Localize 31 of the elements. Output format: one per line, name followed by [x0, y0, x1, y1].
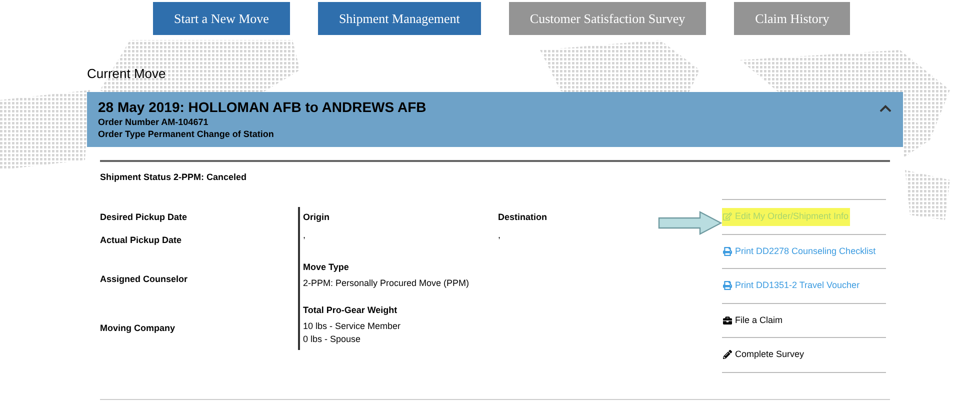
pencil-icon: [723, 350, 732, 360]
field-label: Moving Company: [100, 323, 176, 334]
origin-heading: Origin: [303, 212, 330, 223]
action-link[interactable]: Print DD2278 Counseling Checklist: [722, 242, 877, 260]
briefcase-icon: [723, 316, 732, 325]
printer-icon: [723, 281, 732, 290]
destination-value: ,: [498, 230, 501, 241]
pro-gear-value: 0 lbs - Spouse: [303, 334, 361, 345]
nav-button[interactable]: Shipment Management: [318, 2, 481, 35]
section-title: Current Move: [87, 66, 166, 81]
printer-icon: [723, 246, 732, 256]
pointer-arrow-drawing: [658, 211, 722, 235]
action-link[interactable]: Print DD1351-2 Travel Voucher: [722, 277, 861, 294]
move-title: 28 May 2019: HOLLOMAN AFB to ANDREWS AFB: [98, 98, 426, 116]
field-label: Actual Pickup Date: [100, 235, 182, 246]
move-type-value: 2-PPM: Personally Procured Move (PPM): [303, 278, 470, 289]
pro-gear-value: 10 lbs - Service Member: [303, 321, 401, 332]
shipment-status: Shipment Status 2-PPM: Canceled: [100, 172, 247, 183]
move-type-heading: Move Type: [303, 262, 349, 273]
order-type: Order Type Permanent Change of Station: [98, 128, 275, 140]
order-number: Order Number AM-104671: [98, 116, 210, 128]
nav-button[interactable]: Start a New Move: [153, 2, 290, 35]
field-label: Desired Pickup Date: [100, 212, 188, 223]
action-link[interactable]: File a Claim: [722, 312, 784, 329]
origin-value: ,: [303, 230, 306, 241]
destination-heading: Destination: [498, 212, 548, 223]
edit-icon: [723, 212, 732, 222]
action-link[interactable]: Complete Survey: [722, 346, 806, 364]
field-label: Assigned Counselor: [100, 274, 188, 285]
pro-gear-heading: Total Pro-Gear Weight: [303, 305, 398, 316]
collapse-button[interactable]: [879, 102, 892, 115]
